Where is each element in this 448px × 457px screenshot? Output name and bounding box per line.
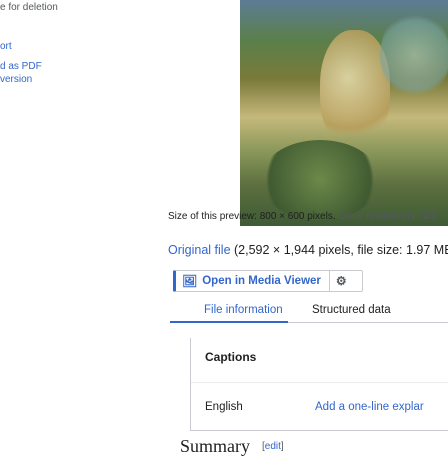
gear-icon[interactable]: ⚙ (336, 274, 347, 288)
media-viewer-label: Open in Media Viewer (202, 275, 321, 287)
sidebar-item-version[interactable]: version (0, 74, 32, 86)
other-resolutions-text[interactable]: Other resolutions: 320 (338, 211, 436, 222)
original-file-line: Original file (2,592 × 1,944 pixels, fil… (168, 243, 448, 257)
sidebar-item-report[interactable]: ort (0, 41, 12, 53)
summary-edit-link[interactable]: [edit] (262, 441, 284, 452)
caption-input-placeholder[interactable]: Add a one-line explar (315, 401, 424, 413)
original-file-link[interactable]: Original file (168, 243, 231, 257)
button-divider (328, 270, 330, 292)
edit-link[interactable]: edit (265, 441, 281, 452)
sidebar-item-download-pdf[interactable]: d as PDF (0, 61, 42, 73)
preview-size-text: Size of this preview: 800 × 600 pixels. (168, 211, 336, 222)
original-file-details: (2,592 × 1,944 pixels, file size: 1.97 M… (234, 243, 448, 257)
tab-structured-data[interactable]: Structured data (312, 304, 391, 316)
sidebar: e for deletion ort d as PDF version (0, 0, 118, 448)
image-icon: 🖼 (182, 274, 198, 288)
preview-foliage (260, 140, 380, 220)
preview-size-caption: Size of this preview: 800 × 600 pixels. … (168, 211, 448, 222)
caption-language: English (205, 401, 243, 413)
captions-divider (191, 382, 448, 383)
open-media-viewer-button[interactable]: 🖼 Open in Media Viewer ⚙ (173, 270, 363, 292)
preview-sky (380, 10, 448, 100)
file-tabs: File information Structured data (170, 296, 448, 323)
summary-heading: Summary (180, 436, 250, 456)
captions-panel: Captions English Add a one-line explar (190, 338, 448, 431)
captions-title: Captions (205, 350, 257, 364)
tab-file-information[interactable]: File information (204, 304, 283, 316)
active-tab-indicator (170, 321, 288, 323)
sidebar-item-deletion[interactable]: e for deletion (0, 2, 58, 14)
image-preview[interactable] (240, 0, 448, 226)
